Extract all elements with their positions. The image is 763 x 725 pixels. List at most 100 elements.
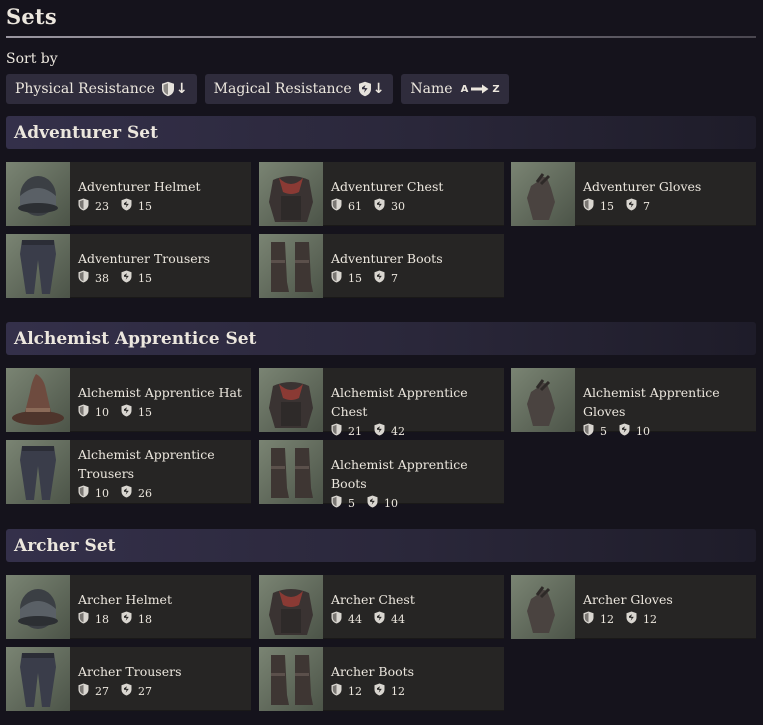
item-name: Adventurer Chest [331,179,444,194]
item-thumbnail [6,575,70,639]
item-thumbnail [259,162,323,226]
physical-resistance-stat: 61 [331,198,362,214]
physical-resistance-value: 10 [95,486,109,500]
item-info: Adventurer Trousers 38 15 [70,234,250,297]
item-card[interactable]: Archer Chest 44 44 [259,575,504,639]
magical-resistance-stat: 10 [619,423,650,439]
shield-icon [331,423,348,439]
item-thumbnail [6,440,70,504]
item-stats: 12 12 [583,611,755,627]
item-stats: 5 10 [331,495,503,511]
item-stats: 61 30 [331,198,503,214]
item-card[interactable]: Alchemist Apprentice Boots 5 10 [259,440,504,510]
item-card[interactable]: Adventurer Helmet 23 15 [6,162,251,226]
magic-shield-icon [121,270,138,286]
magical-resistance-value: 7 [391,271,398,285]
item-info: Adventurer Gloves 15 7 [575,162,755,225]
magical-resistance-value: 15 [138,271,152,285]
item-info: Adventurer Boots 15 7 [323,234,503,297]
physical-resistance-stat: 10 [78,404,109,420]
shield-icon [331,683,348,699]
magical-resistance-value: 10 [636,424,650,438]
item-name: Alchemist Apprentice Boots [331,457,468,491]
magical-resistance-value: 30 [391,199,405,213]
item-thumbnail [511,162,575,226]
physical-resistance-value: 44 [348,612,362,626]
title-divider [6,36,756,38]
physical-resistance-stat: 18 [78,611,109,627]
shield-icon [78,270,95,286]
item-stats: 15 7 [331,270,503,286]
set-title: Adventurer Set [14,122,158,143]
item-card[interactable]: Alchemist Apprentice Gloves 5 10 [511,368,756,438]
item-thumbnail [511,575,575,639]
item-card[interactable]: Archer Trousers 27 27 [6,647,251,711]
item-name: Alchemist Apprentice Chest [331,385,468,419]
magical-resistance-stat: 18 [121,611,152,627]
item-card[interactable]: Adventurer Chest 61 30 [259,162,504,226]
set-header: Archer Set [6,529,756,562]
set-title: Alchemist Apprentice Set [14,328,257,349]
item-card[interactable]: Alchemist Apprentice Trousers 10 26 [6,440,251,504]
physical-resistance-value: 10 [95,405,109,419]
item-card[interactable]: Archer Boots 12 12 [259,647,504,711]
item-name: Archer Gloves [583,592,673,607]
item-name: Adventurer Gloves [583,179,702,194]
magical-resistance-stat: 7 [626,198,650,214]
item-thumbnail [6,162,70,226]
set-title: Archer Set [14,535,116,556]
physical-resistance-value: 23 [95,199,109,213]
item-stats: 10 15 [78,404,250,420]
item-card[interactable]: Alchemist Apprentice Hat 10 15 [6,368,251,432]
item-name: Alchemist Apprentice Trousers [78,447,215,481]
item-name: Archer Boots [331,664,415,679]
item-card[interactable]: Adventurer Trousers 38 15 [6,234,251,298]
physical-resistance-value: 21 [348,424,362,438]
magic-shield-icon [374,611,391,627]
item-card[interactable]: Adventurer Boots 15 7 [259,234,504,298]
physical-resistance-stat: 23 [78,198,109,214]
magical-resistance-stat: 30 [374,198,405,214]
magic-shield-icon [121,683,138,699]
item-thumbnail [259,234,323,298]
magical-resistance-stat: 26 [121,485,152,501]
magic-shield-icon [121,485,138,501]
item-card[interactable]: Archer Helmet 18 18 [6,575,251,639]
shield-icon [583,423,600,439]
item-card[interactable]: Alchemist Apprentice Chest 21 42 [259,368,504,438]
item-info: Archer Chest 44 44 [323,575,503,638]
item-stats: 21 42 [331,423,503,439]
item-thumbnail [259,440,323,504]
physical-resistance-value: 27 [95,684,109,698]
item-thumbnail [259,575,323,639]
physical-resistance-stat: 27 [78,683,109,699]
shield-icon [78,198,95,214]
item-thumbnail [6,234,70,298]
item-card[interactable]: Adventurer Gloves 15 7 [511,162,756,226]
physical-resistance-value: 5 [600,424,607,438]
magical-resistance-value: 18 [138,612,152,626]
magical-resistance-value: 12 [643,612,657,626]
physical-resistance-stat: 21 [331,423,362,439]
sort-options: Physical Resistance ↓ Magical Resistance… [6,74,509,104]
magic-shield-icon [121,404,138,420]
shield-icon [331,611,348,627]
item-info: Alchemist Apprentice Gloves 5 10 [575,368,755,438]
shield-icon [78,485,95,501]
sort-magical-resistance-button[interactable]: Magical Resistance ↓ [204,74,394,104]
item-stats: 10 26 [78,485,250,501]
shield-icon [331,270,348,286]
physical-resistance-stat: 15 [583,198,614,214]
item-stats: 18 18 [78,611,250,627]
magic-shield-icon [626,198,643,214]
sort-physical-resistance-button[interactable]: Physical Resistance ↓ [6,74,197,104]
physical-resistance-value: 15 [348,271,362,285]
physical-resistance-stat: 10 [78,485,109,501]
item-stats: 5 10 [583,423,755,439]
item-name: Archer Chest [331,592,415,607]
magical-resistance-stat: 15 [121,270,152,286]
item-card[interactable]: Archer Gloves 12 12 [511,575,756,639]
set-header: Alchemist Apprentice Set [6,322,756,355]
item-thumbnail [259,368,323,432]
sort-name-button[interactable]: Name A Z [401,74,509,104]
